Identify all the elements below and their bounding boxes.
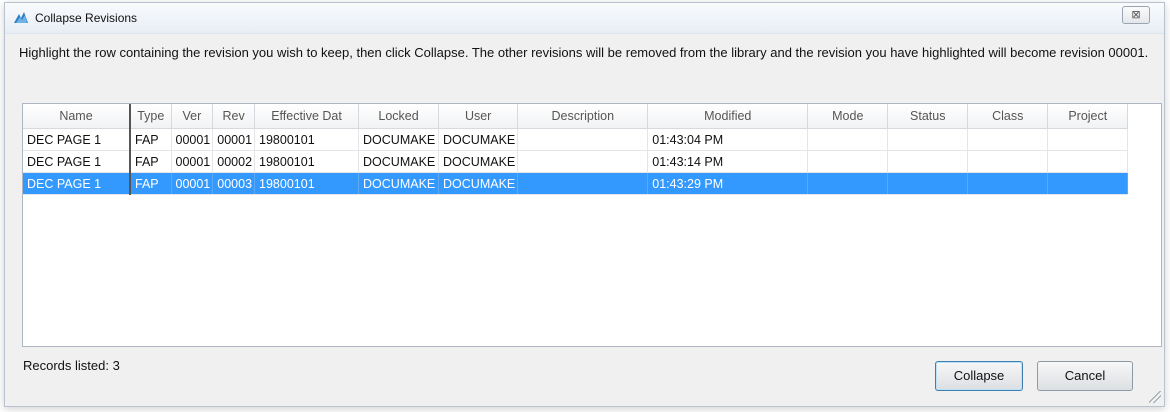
cell-effective-date: 19800101 xyxy=(254,172,360,195)
cell-description xyxy=(517,150,649,173)
records-count: Records listed: 3 xyxy=(23,358,120,373)
cell-modified: 01:43:04 PM xyxy=(647,128,809,151)
cell-class xyxy=(967,150,1049,173)
cell-locked: DOCUMAKE xyxy=(358,150,440,173)
cell-type: FAP xyxy=(130,172,172,195)
cell-name: DEC PAGE 1 xyxy=(23,172,131,195)
cell-rev: 00002 xyxy=(212,150,256,173)
cell-status xyxy=(887,128,969,151)
column-header-ver[interactable]: Ver xyxy=(171,104,214,129)
cell-effective-date: 19800101 xyxy=(254,128,360,151)
cell-user: DOCUMAKE xyxy=(438,172,519,195)
cell-effective-date: 19800101 xyxy=(254,150,360,173)
revisions-grid[interactable]: Name Type Ver Rev Effective Dat Locked U… xyxy=(22,103,1162,347)
cell-mode xyxy=(807,172,889,195)
column-header-effective-date[interactable]: Effective Dat xyxy=(254,104,360,129)
column-header-status[interactable]: Status xyxy=(887,104,969,129)
collapse-button[interactable]: Collapse xyxy=(935,361,1023,391)
cell-user: DOCUMAKE xyxy=(438,128,519,151)
column-header-project[interactable]: Project xyxy=(1047,104,1129,129)
cell-user: DOCUMAKE xyxy=(438,150,519,173)
cell-ver: 00001 xyxy=(171,150,214,173)
close-button[interactable]: ⊠ xyxy=(1122,6,1150,24)
cell-type: FAP xyxy=(130,150,172,173)
table-row[interactable]: DEC PAGE 1 FAP 00001 00002 19800101 DOCU… xyxy=(23,150,1129,173)
cell-status xyxy=(887,150,969,173)
resize-grip[interactable] xyxy=(1149,391,1161,403)
cell-locked: DOCUMAKE xyxy=(358,172,440,195)
instructions-text: Highlight the row containing the revisio… xyxy=(19,45,1149,60)
cancel-button[interactable]: Cancel xyxy=(1037,361,1133,391)
cell-status xyxy=(887,172,969,195)
cell-project xyxy=(1047,150,1129,173)
cell-name: DEC PAGE 1 xyxy=(23,128,131,151)
cell-mode xyxy=(807,150,889,173)
column-header-class[interactable]: Class xyxy=(967,104,1049,129)
title-bar: Collapse Revisions ⊠ xyxy=(5,3,1164,34)
cell-rev: 00003 xyxy=(212,172,256,195)
table-row[interactable]: DEC PAGE 1 FAP 00001 00001 19800101 DOCU… xyxy=(23,128,1129,151)
cell-rev: 00001 xyxy=(212,128,256,151)
column-header-type[interactable]: Type xyxy=(130,104,172,129)
column-header-user[interactable]: User xyxy=(438,104,519,129)
cell-modified: 01:43:14 PM xyxy=(647,150,809,173)
cell-ver: 00001 xyxy=(171,128,214,151)
cell-class xyxy=(967,172,1049,195)
column-header-modified[interactable]: Modified xyxy=(647,104,809,129)
column-header-mode[interactable]: Mode xyxy=(807,104,889,129)
column-header-name[interactable]: Name xyxy=(23,104,131,129)
cell-project xyxy=(1047,128,1129,151)
column-header-locked[interactable]: Locked xyxy=(358,104,440,129)
cell-mode xyxy=(807,128,889,151)
cell-project xyxy=(1047,172,1129,195)
cell-type: FAP xyxy=(130,128,172,151)
table-header-row: Name Type Ver Rev Effective Dat Locked U… xyxy=(23,104,1129,129)
cell-class xyxy=(967,128,1049,151)
column-header-description[interactable]: Description xyxy=(517,104,649,129)
close-icon: ⊠ xyxy=(1131,9,1141,21)
cell-description xyxy=(517,172,649,195)
cell-ver: 00001 xyxy=(171,172,214,195)
collapse-revisions-dialog: Collapse Revisions ⊠ Highlight the row c… xyxy=(4,2,1165,407)
app-icon xyxy=(14,12,28,23)
revisions-table: Name Type Ver Rev Effective Dat Locked U… xyxy=(23,104,1129,195)
cell-modified: 01:43:29 PM xyxy=(647,172,809,195)
window-title: Collapse Revisions xyxy=(35,11,138,25)
cell-locked: DOCUMAKE xyxy=(358,128,440,151)
table-row-selected[interactable]: DEC PAGE 1 FAP 00001 00003 19800101 DOCU… xyxy=(23,172,1129,195)
cell-name: DEC PAGE 1 xyxy=(23,150,131,173)
column-header-rev[interactable]: Rev xyxy=(212,104,256,129)
cell-description xyxy=(517,128,649,151)
